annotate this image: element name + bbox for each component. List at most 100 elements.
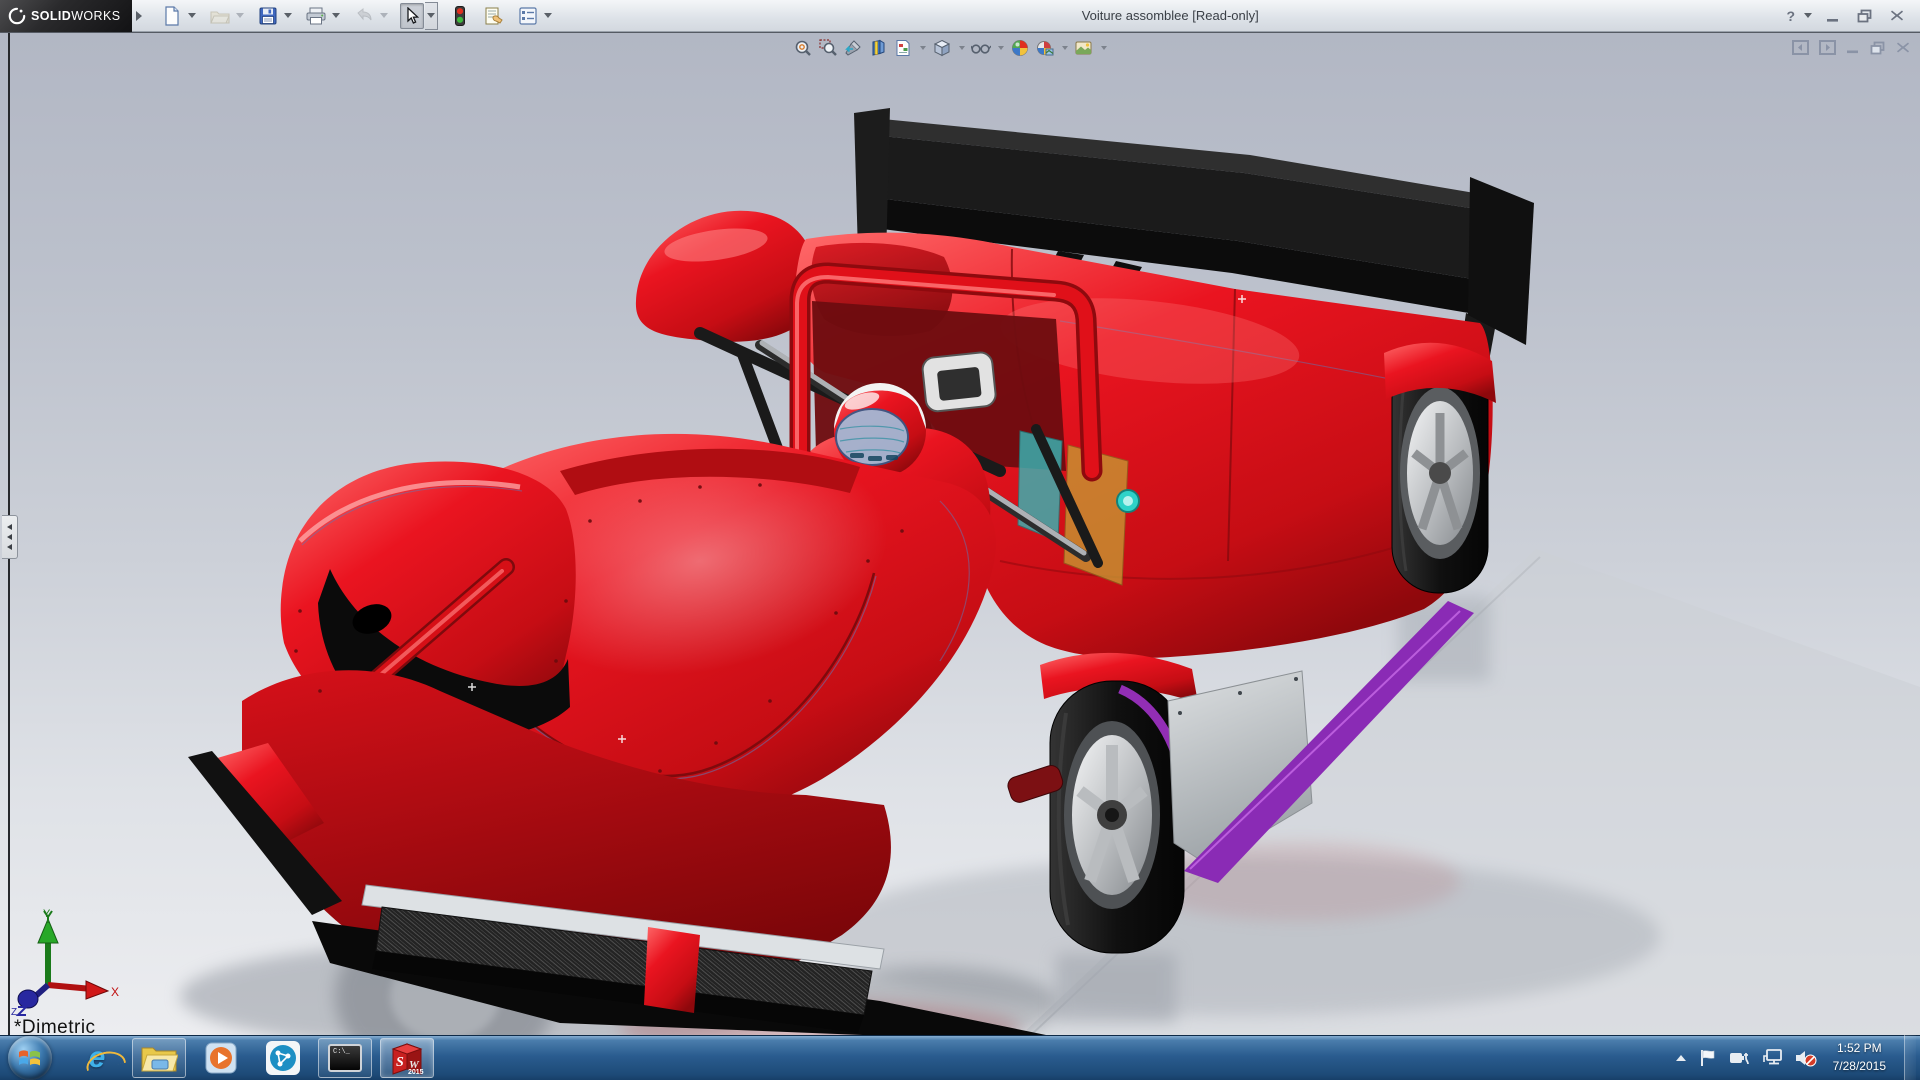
command-prompt-icon: C:\_ (328, 1044, 362, 1072)
print-button[interactable] (304, 3, 328, 29)
power-button[interactable] (1729, 1050, 1751, 1066)
print-dropdown[interactable] (329, 3, 342, 29)
dassault-swirl-icon (8, 7, 26, 25)
view-orientation-cube-icon (933, 39, 951, 57)
open-button[interactable] (208, 3, 232, 29)
collapse-right-pane-icon (1819, 40, 1836, 55)
solidworks-window: SOLIDWORKS (0, 0, 1920, 1080)
svg-text:2015: 2015 (408, 1069, 424, 1075)
hide-show-items-glasses-icon (971, 41, 991, 55)
feature-manager-expand-tab[interactable] (2, 515, 18, 559)
section-view-button[interactable] (867, 37, 889, 59)
taskbar-internet-explorer[interactable]: e (70, 1038, 124, 1078)
taskbar-media-player[interactable] (194, 1038, 248, 1078)
hide-show-items-dropdown[interactable] (995, 37, 1006, 59)
select-cursor-icon (404, 7, 420, 25)
restore-button[interactable] (1852, 6, 1878, 26)
apply-scene-dropdown[interactable] (1059, 37, 1070, 59)
restore-document-button[interactable] (1870, 41, 1886, 55)
taskbar-items: e (70, 1038, 434, 1078)
select-dropdown[interactable] (425, 2, 438, 30)
annotation-views-button[interactable] (892, 37, 914, 59)
system-tray: 1:52 PM 7/28/2015 (1675, 1035, 1920, 1080)
new-document-dropdown[interactable] (185, 3, 198, 29)
help-dropdown[interactable] (1801, 3, 1814, 29)
collapse-left-pane-icon (1792, 40, 1809, 55)
model-mirror[interactable] (921, 351, 996, 412)
collapse-left-pane-button[interactable] (1792, 40, 1809, 55)
view-settings-icon (1075, 40, 1093, 56)
action-center-button[interactable] (1699, 1049, 1717, 1067)
undo-dropdown[interactable] (377, 3, 390, 29)
print-icon (306, 7, 326, 25)
close-document-button[interactable] (1896, 41, 1910, 54)
clock-time: 1:52 PM (1833, 1040, 1886, 1057)
clock-date: 7/28/2015 (1833, 1058, 1886, 1075)
network-share-app-icon (265, 1040, 301, 1076)
graphics-viewport[interactable]: Y X Z *Dimetric (0, 32, 1920, 1035)
model-rear-right-wheel[interactable] (1384, 343, 1496, 593)
taskbar-solidworks-2015[interactable]: S W 2015 (380, 1038, 434, 1078)
save-dropdown[interactable] (281, 3, 294, 29)
options-list-icon (519, 7, 537, 25)
zoom-to-area-button[interactable] (817, 37, 839, 59)
minimize-button[interactable] (1820, 6, 1846, 26)
triad-z-label: Z (11, 1007, 17, 1017)
document-window-controls (1792, 40, 1910, 55)
start-button[interactable] (8, 1036, 52, 1080)
svg-text:S: S (396, 1055, 404, 1070)
title-bar[interactable]: SOLIDWORKS (0, 0, 1920, 32)
view-settings-button[interactable] (1073, 37, 1095, 59)
options-dropdown[interactable] (541, 3, 554, 29)
close-button[interactable] (1884, 6, 1910, 26)
windows-flag-icon (17, 1046, 43, 1070)
taskbar-network-share-app[interactable] (256, 1038, 310, 1078)
taskbar-windows-explorer[interactable] (132, 1038, 186, 1078)
model-viewport-canvas[interactable] (0, 33, 1920, 1036)
view-settings-dropdown[interactable] (1098, 37, 1109, 59)
restore-document-icon (1870, 41, 1886, 55)
show-hidden-icons-button[interactable] (1675, 1054, 1687, 1062)
annotation-views-dropdown[interactable] (917, 37, 928, 59)
network-icon (1763, 1049, 1783, 1066)
model-rear-left-fender[interactable] (636, 211, 816, 342)
taskbar: e (0, 1035, 1920, 1080)
close-document-icon (1896, 41, 1910, 54)
previous-view-icon (844, 39, 862, 57)
undo-button[interactable] (352, 3, 376, 29)
tray-clock[interactable]: 1:52 PM 7/28/2015 (1833, 1040, 1886, 1075)
hide-show-items-button[interactable] (970, 37, 992, 59)
solidworks-2015-icon: S W 2015 (389, 1041, 425, 1075)
select-button[interactable] (400, 3, 424, 29)
triad-y-label: Y (43, 908, 51, 920)
previous-view-button[interactable] (842, 37, 864, 59)
file-properties-button[interactable] (482, 3, 506, 29)
edit-appearance-button[interactable] (1009, 37, 1031, 59)
main-toolbar (160, 2, 554, 30)
minimize-icon (1826, 10, 1840, 22)
file-properties-icon (484, 7, 504, 25)
show-desktop-button[interactable] (1904, 1035, 1916, 1080)
taskbar-command-prompt[interactable]: C:\_ (318, 1038, 372, 1078)
open-dropdown[interactable] (233, 3, 246, 29)
volume-muted-button[interactable] (1795, 1049, 1817, 1067)
options-button[interactable] (516, 3, 540, 29)
windows-explorer-icon (140, 1042, 178, 1074)
new-document-button[interactable] (160, 3, 184, 29)
minimize-document-button[interactable] (1846, 42, 1860, 54)
power-battery-icon (1729, 1050, 1751, 1066)
action-center-flag-icon (1699, 1049, 1717, 1067)
menu-flyout-arrow[interactable] (132, 0, 146, 32)
view-orientation-button[interactable] (931, 37, 953, 59)
annotation-views-icon (894, 39, 912, 57)
help-button[interactable]: ? (1786, 8, 1795, 24)
rebuild-button[interactable] (448, 3, 472, 29)
apply-scene-button[interactable] (1034, 37, 1056, 59)
zoom-to-fit-button[interactable] (792, 37, 814, 59)
collapse-right-pane-button[interactable] (1819, 40, 1836, 55)
solidworks-logo[interactable]: SOLIDWORKS (0, 0, 132, 32)
network-button[interactable] (1763, 1049, 1783, 1066)
save-button[interactable] (256, 3, 280, 29)
window-controls: ? (1786, 3, 1920, 29)
view-orientation-dropdown[interactable] (956, 37, 967, 59)
